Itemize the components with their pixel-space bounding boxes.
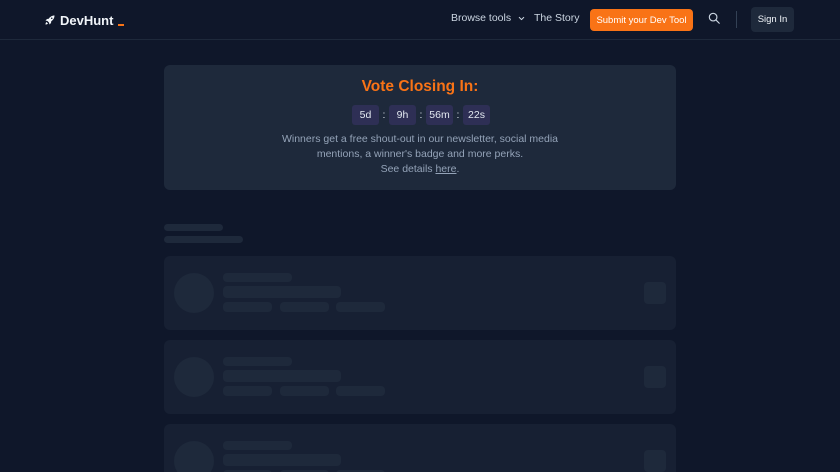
countdown-separator: : [456, 109, 460, 121]
search-icon [708, 12, 720, 24]
countdown-separator: : [382, 109, 386, 121]
countdown-separator: : [419, 109, 423, 121]
logo-text: DevHunt [60, 12, 114, 28]
see-details-line: See details here. [270, 162, 570, 177]
countdown: 5d : 9h : 56m : 22s [352, 105, 490, 125]
top-nav: DevHunt Browse tools The Story Submit yo… [0, 0, 840, 40]
chevron-down-icon [518, 16, 525, 20]
countdown-hours: 9h [389, 105, 416, 125]
skeleton-card [164, 256, 676, 330]
see-details-prefix: See details [380, 163, 436, 175]
skeleton-line [223, 454, 341, 466]
details-here-link[interactable]: here [435, 163, 456, 175]
search-button[interactable] [707, 11, 723, 27]
browse-tools-menu[interactable]: Browse tools [451, 12, 526, 24]
submit-tool-button[interactable]: Submit your Dev Tool [590, 9, 693, 31]
rocket-icon [45, 15, 55, 25]
browse-tools-label: Browse tools [451, 12, 512, 24]
vote-description-text: Winners get a free shout-out in our news… [281, 133, 559, 160]
countdown-minutes: 56m [426, 105, 453, 125]
skeleton-vote-button [644, 282, 666, 304]
skeleton-line [223, 286, 341, 298]
skeleton-tag [280, 386, 329, 396]
vote-description: Winners get a free shout-out in our news… [270, 132, 570, 177]
skeleton-subheading [164, 236, 243, 243]
skeleton-line [223, 441, 292, 450]
countdown-days: 5d [352, 105, 379, 125]
skeleton-heading [164, 224, 223, 231]
countdown-seconds: 22s [463, 105, 490, 125]
skeleton-line [223, 357, 292, 366]
skeleton-avatar [174, 441, 214, 472]
skeleton-line [223, 273, 292, 282]
vote-countdown-panel: Vote Closing In: 5d : 9h : 56m : 22s Win… [164, 65, 676, 190]
skeleton-avatar [174, 357, 214, 397]
skeleton-tag [280, 302, 329, 312]
skeleton-tag [223, 386, 272, 396]
skeleton-vote-button [644, 450, 666, 472]
skeleton-tag [336, 302, 385, 312]
skeleton-avatar [174, 273, 214, 313]
skeleton-line [223, 370, 341, 382]
skeleton-card [164, 424, 676, 472]
the-story-link[interactable]: The Story [534, 12, 580, 24]
logo-link[interactable]: DevHunt [44, 11, 125, 29]
nav-divider [736, 11, 737, 28]
skeleton-card [164, 340, 676, 414]
skeleton-tag [223, 302, 272, 312]
skeleton-vote-button [644, 366, 666, 388]
sign-in-button[interactable]: Sign In [751, 7, 794, 32]
logo-cursor [118, 23, 125, 26]
skeleton-tag [336, 386, 385, 396]
see-details-suffix: . [456, 163, 460, 175]
vote-title: Vote Closing In: [361, 78, 479, 95]
